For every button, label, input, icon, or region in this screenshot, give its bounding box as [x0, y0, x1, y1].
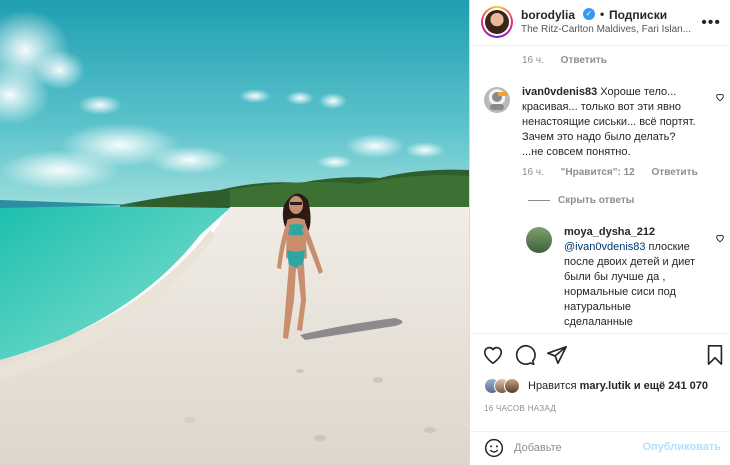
separator-dot: •: [600, 7, 605, 21]
liker-avatar: [504, 378, 520, 394]
share-send-icon[interactable]: [546, 344, 568, 366]
comments-list[interactable]: 16 ч. Ответить ivan0vdenis83 Хороше тело…: [470, 47, 730, 333]
post-photo[interactable]: [0, 0, 469, 465]
post-location[interactable]: The Ritz-Carlton Maldives, Fari Islan...: [521, 24, 693, 35]
commenter-avatar[interactable]: [484, 87, 510, 113]
hide-replies-label: Скрыть ответы: [558, 195, 635, 206]
add-comment-bar: Опубликовать: [470, 431, 730, 465]
following-button[interactable]: Подписки: [609, 8, 667, 22]
likes-summary[interactable]: Нравится mary.lutik и ещё 241 070: [528, 380, 708, 392]
likes-count[interactable]: и ещё 241 070: [631, 380, 708, 392]
hide-replies-line: [528, 199, 550, 201]
comment-body: ivan0vdenis83 Хороше тело... красивая...…: [522, 85, 698, 160]
comment-meta: 16 ч. Ответить: [522, 55, 621, 66]
author-avatar[interactable]: [481, 6, 513, 38]
post-header: borodylia ✓ • Подписки The Ritz-Carlton …: [470, 0, 730, 46]
reply-button[interactable]: Ответить: [652, 167, 698, 178]
comment-bubble-icon[interactable]: [514, 344, 536, 366]
like-comment-heart-icon[interactable]: [715, 92, 725, 102]
likes-user[interactable]: mary.lutik: [580, 380, 631, 392]
post-timestamp[interactable]: 16 ЧАСОВ НАЗАД: [484, 404, 556, 413]
comment-time: 16 ч.: [522, 167, 544, 178]
author-username[interactable]: borodylia: [521, 8, 575, 22]
reply-avatar[interactable]: [526, 227, 552, 253]
reply-mention-link[interactable]: @ivan0vdenis83: [564, 241, 646, 253]
like-heart-icon[interactable]: [482, 344, 504, 366]
hide-replies-button[interactable]: Скрыть ответы: [528, 195, 634, 206]
post-side-panel: borodylia ✓ • Подписки The Ritz-Carlton …: [469, 0, 730, 465]
reply-button[interactable]: Ответить: [561, 55, 607, 66]
more-horizontal-icon[interactable]: •••: [701, 14, 721, 32]
comment-likes-count[interactable]: "Нравится": 12: [561, 167, 635, 178]
post-actions: Нравится mary.lutik и ещё 241 070 16 ЧАС…: [470, 333, 730, 431]
emoji-icon[interactable]: [484, 438, 504, 458]
reply-body: moya_dysha_212 @ivan0vdenis83 плоские по…: [564, 225, 700, 330]
like-reply-heart-icon[interactable]: [715, 233, 725, 243]
publish-comment-button[interactable]: Опубликовать: [642, 441, 721, 453]
comment-meta: 16 ч. "Нравится": 12 Ответить: [522, 167, 712, 178]
reply-username[interactable]: moya_dysha_212: [564, 226, 655, 238]
save-bookmark-icon[interactable]: [704, 344, 726, 366]
comment-time: 16 ч.: [522, 55, 544, 66]
reply-text: плоские после двоих детей и диет были бы…: [564, 241, 696, 328]
comment-username[interactable]: ivan0vdenis83: [522, 86, 597, 98]
verified-badge-icon: ✓: [583, 8, 595, 20]
likes-prefix: Нравится: [528, 380, 580, 392]
